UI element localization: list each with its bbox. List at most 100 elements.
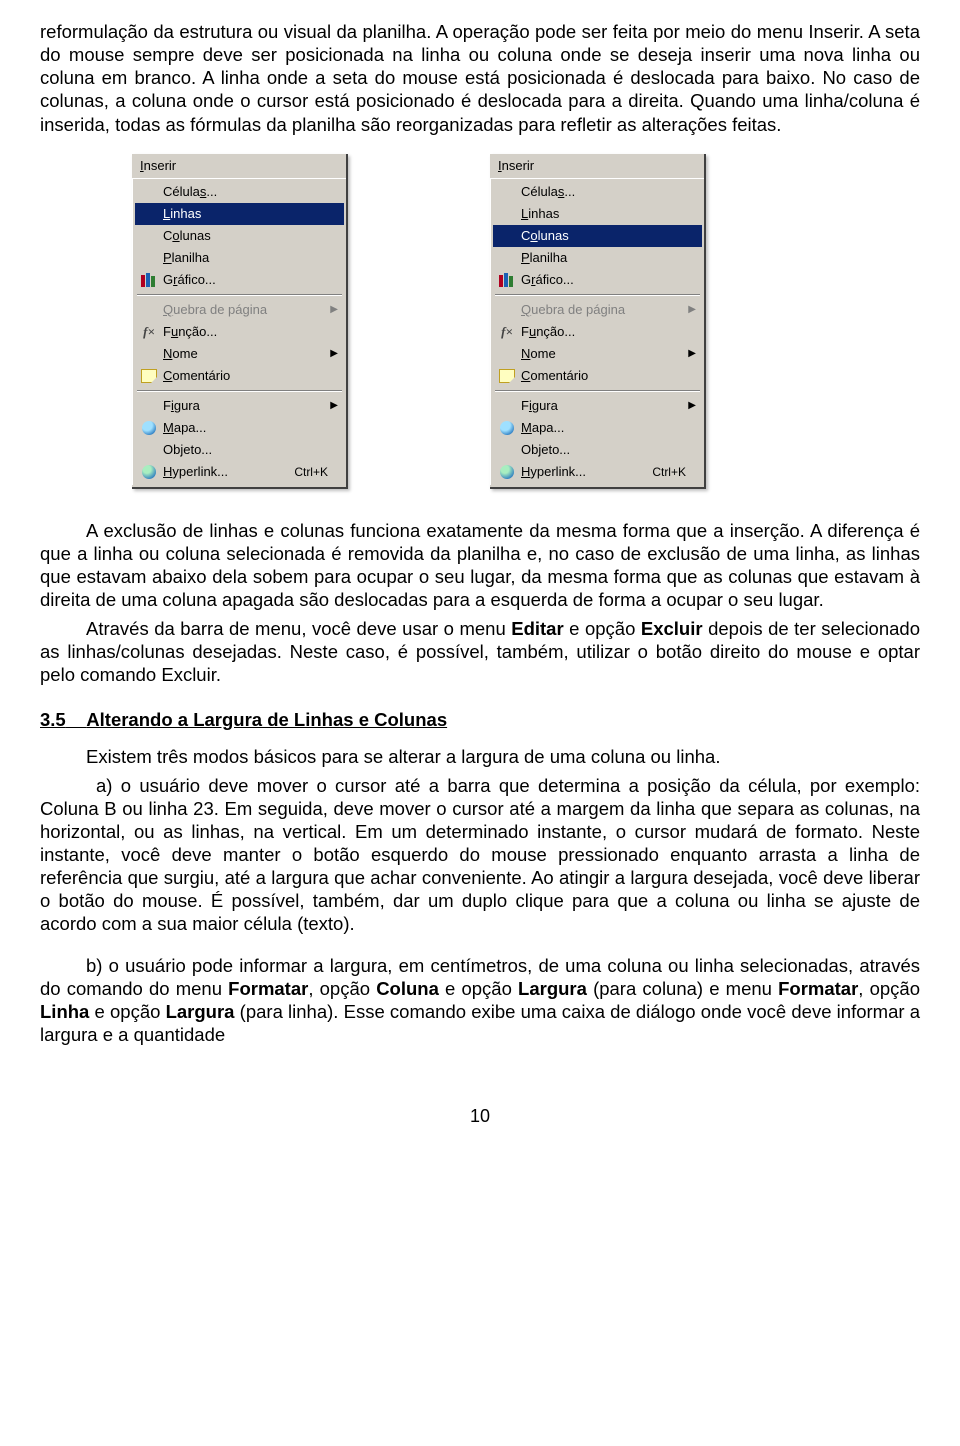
menu-item[interactable]: Células... <box>135 181 344 203</box>
menu-body: Células... Linhas Colunas Planilha Gráfico..… <box>132 178 346 485</box>
menu-item-label: Nome <box>521 346 686 361</box>
menu-item[interactable]: Figura▶ <box>135 395 344 417</box>
globe-icon <box>139 420 159 436</box>
menu-inserir-right: Inserir Células... Linhas ColunasPlanilhaGr… <box>490 154 706 489</box>
blank-icon <box>497 228 517 244</box>
paragraph-modos: Existem três modos básicos para se alter… <box>40 745 920 768</box>
note-icon <box>139 368 159 384</box>
page: reformulação da estrutura ou visual da p… <box>0 0 960 1167</box>
submenu-arrow-icon: ▶ <box>686 400 696 411</box>
bold: Formatar <box>228 978 308 999</box>
menu-separator <box>137 294 342 296</box>
text: (para coluna) e menu <box>587 978 778 999</box>
note-icon <box>497 368 517 384</box>
text: , opção <box>858 978 920 999</box>
section-heading: 3.5 Alterando a Largura de Linhas e Colu… <box>40 709 920 731</box>
menu-item[interactable]: Planilha <box>135 247 344 269</box>
menu-item-label: Planilha <box>163 250 328 265</box>
menu-item[interactable]: Células... <box>493 181 702 203</box>
page-number: 10 <box>40 1106 920 1127</box>
menu-item-label: Colunas <box>163 228 328 243</box>
menu-item-label: Figura <box>163 398 328 413</box>
paragraph-item-a: a) o usuário deve mover o cursor até a b… <box>40 774 920 936</box>
menu-item[interactable]: Hyperlink...Ctrl+K <box>135 461 344 483</box>
menu-item-label: Hyperlink... <box>521 464 642 479</box>
menu-item[interactable]: Nome▶ <box>493 343 702 365</box>
bold: Linha <box>40 1001 89 1022</box>
menu-item[interactable]: Comentário <box>135 365 344 387</box>
books-icon <box>139 272 159 288</box>
blank-icon <box>497 250 517 266</box>
menu-item[interactable]: Objeto... <box>135 439 344 461</box>
function-icon: f× <box>497 324 517 340</box>
menu-item[interactable]: Nome▶ <box>135 343 344 365</box>
blank-icon <box>139 250 159 266</box>
menu-item-label: Mapa... <box>163 420 328 435</box>
menu-item[interactable]: Figura▶ <box>493 395 702 417</box>
paragraph-menu-editar: Através da barra de menu, você deve usar… <box>40 617 920 686</box>
menu-item[interactable]: Gráfico... <box>135 269 344 291</box>
menu-item-label: Comentário <box>521 368 686 383</box>
heading-number: 3.5 <box>40 709 66 730</box>
text: e opção <box>564 618 641 639</box>
menu-item[interactable]: Mapa... <box>493 417 702 439</box>
menus-row: InserirCélulas...LinhasColunasPlanilhaGr… <box>132 154 920 489</box>
menu-item[interactable]: Mapa... <box>135 417 344 439</box>
menu-item-label: Linhas <box>163 206 328 221</box>
bold: Formatar <box>778 978 858 999</box>
blank-icon <box>139 442 159 458</box>
submenu-arrow-icon: ▶ <box>686 348 696 359</box>
menu-item-label: Hyperlink... <box>163 464 284 479</box>
menu-item-label: Função... <box>163 324 328 339</box>
heading-text: Alterando a Largura de Linhas e Colunas <box>86 709 447 730</box>
menu-item-label: Nome <box>163 346 328 361</box>
bold: Largura <box>166 1001 235 1022</box>
menu-item-label: Função... <box>521 324 686 339</box>
menu-item[interactable]: Objeto... <box>493 439 702 461</box>
menu-item-label: Células... <box>163 184 328 199</box>
menu-item: Quebra de página▶ <box>493 299 702 321</box>
menu-item[interactable]: Planilha <box>493 247 702 269</box>
bold-excluir: Excluir <box>641 618 703 639</box>
menu-item-label: Quebra de página <box>521 302 686 317</box>
menu-title[interactable]: Inserir <box>490 154 704 178</box>
blank-icon <box>139 346 159 362</box>
globe-icon <box>497 420 517 436</box>
bold: Coluna <box>376 978 439 999</box>
submenu-arrow-icon: ▶ <box>328 400 338 411</box>
blank-icon <box>497 442 517 458</box>
bold-editar: Editar <box>511 618 563 639</box>
bold: Largura <box>518 978 587 999</box>
menu-item[interactable]: f× Função... <box>493 321 702 343</box>
menu-item[interactable]: Gráfico... <box>493 269 702 291</box>
menu-item[interactable]: Linhas <box>493 203 702 225</box>
menu-item-label: Comentário <box>163 368 328 383</box>
paragraph-item-b: b) o usuário pode informar a largura, em… <box>40 954 920 1047</box>
menu-item[interactable]: Colunas <box>493 225 702 247</box>
blank-icon <box>139 398 159 414</box>
menu-item-shortcut: Ctrl+K <box>652 465 686 479</box>
menu-item[interactable]: Hyperlink... Ctrl+K <box>493 461 702 483</box>
menu-separator <box>495 390 700 392</box>
globe-link-icon <box>497 464 517 480</box>
submenu-arrow-icon: ▶ <box>328 304 338 315</box>
menu-item[interactable]: Linhas <box>135 203 344 225</box>
menu-item-label: Mapa... <box>521 420 686 435</box>
menu-item: Quebra de página▶ <box>135 299 344 321</box>
menu-item[interactable]: Comentário <box>493 365 702 387</box>
menu-item-label: Linhas <box>521 206 686 221</box>
menu-title[interactable]: Inserir <box>132 154 346 178</box>
menu-separator <box>137 390 342 392</box>
function-icon: f× <box>139 324 159 340</box>
menu-item[interactable]: f× Função... <box>135 321 344 343</box>
text: e opção <box>89 1001 165 1022</box>
blank-icon <box>139 206 159 222</box>
menu-item-label: Gráfico... <box>163 272 328 287</box>
menu-item-label: Células... <box>521 184 686 199</box>
paragraph-intro: reformulação da estrutura ou visual da p… <box>40 20 920 136</box>
blank-icon <box>139 228 159 244</box>
menu-item[interactable]: Colunas <box>135 225 344 247</box>
text: , opção <box>308 978 376 999</box>
submenu-arrow-icon: ▶ <box>686 304 696 315</box>
text: Através da barra de menu, você deve usar… <box>86 618 511 639</box>
